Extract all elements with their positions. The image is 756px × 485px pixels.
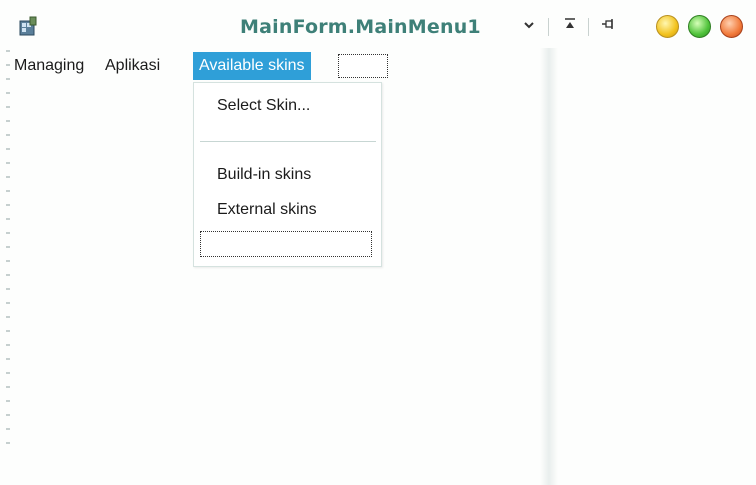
window-title: MainForm.MainMenu1 [240, 16, 481, 38]
title-bar: MainForm.MainMenu1 [0, 0, 756, 48]
menu-item-select-skin[interactable]: Select Skin... [217, 97, 310, 115]
menu-item-build-in-skins[interactable]: Build-in skins [217, 166, 311, 184]
scan-shade [540, 48, 558, 485]
menu-available-skins[interactable]: Available skins [193, 52, 311, 80]
form-designer-icon [18, 15, 40, 37]
toolbar-divider [588, 18, 589, 36]
menu-separator [200, 141, 376, 142]
menu-managing[interactable]: Managing [14, 52, 84, 80]
menu-item-external-skins[interactable]: External skins [217, 201, 317, 219]
available-skins-dropdown: Select Skin... Build-in skins External s… [193, 82, 382, 267]
designer-window: MainForm.MainMenu1 Managing Aplikasi Ava… [0, 0, 756, 485]
minimize-button[interactable] [656, 15, 679, 38]
pin-to-top-icon[interactable] [559, 17, 581, 37]
close-button[interactable] [720, 15, 743, 38]
left-edge-ruler [6, 50, 10, 450]
menu-aplikasi[interactable]: Aplikasi [105, 52, 160, 80]
chevron-down-icon[interactable] [518, 17, 540, 37]
maximize-button[interactable] [688, 15, 711, 38]
pushpin-icon[interactable] [598, 17, 620, 37]
new-submenu-item-placeholder[interactable] [200, 231, 372, 257]
new-menu-item-placeholder[interactable] [338, 54, 388, 78]
toolbar-divider [548, 18, 549, 36]
